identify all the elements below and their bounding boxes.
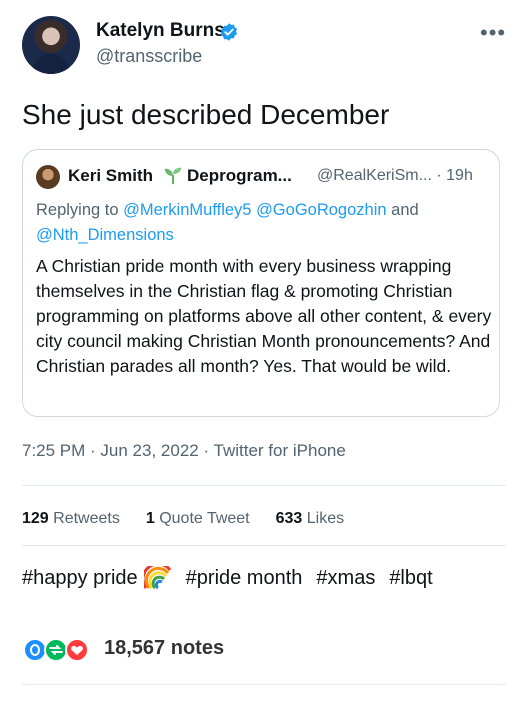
verified-badge-icon <box>221 23 237 41</box>
tag-link[interactable]: #happy pride <box>22 567 138 590</box>
mention-link[interactable]: @MerkinMuffley5 <box>123 201 251 219</box>
quoted-author-name-suffix: Deprogram... <box>187 166 292 185</box>
seedling-icon <box>164 167 182 185</box>
tag-list: #happy pride #pride month #xmas #lbqt <box>22 566 433 590</box>
mention-link[interactable]: @GoGoRogozhin <box>256 201 387 219</box>
quoted-author-handle-time: @RealKeriSm... · 19h <box>317 167 473 184</box>
tweet-timestamp[interactable]: 7:25 PM · Jun 23, 2022 · Twitter for iPh… <box>22 441 346 461</box>
quoted-tweet-body: A Christian pride month with every busin… <box>36 256 492 376</box>
likes-count: 633 <box>275 510 303 527</box>
tag-link[interactable]: #lbqt <box>389 567 432 590</box>
retweets-stat[interactable]: 129 Retweets <box>22 510 120 528</box>
quote-tweets-stat[interactable]: 1 Quote Tweet <box>146 510 250 528</box>
tweet-stats: 129 Retweets 1 Quote Tweet 633 Likes <box>22 510 344 528</box>
tag-link[interactable]: #xmas <box>316 567 375 590</box>
quotes-label: Quote Tweet <box>154 510 250 527</box>
mention-link[interactable]: @Nth_Dimensions <box>36 226 174 244</box>
divider <box>22 684 506 685</box>
tag-link[interactable]: #pride month <box>186 567 303 590</box>
more-options-icon[interactable]: ••• <box>480 20 506 46</box>
likes-stat[interactable]: 633 Likes <box>276 510 345 528</box>
author-avatar[interactable] <box>22 16 80 74</box>
tweet-text: She just described December <box>22 99 390 130</box>
retweets-count: 129 <box>22 510 49 527</box>
likes-label: Likes <box>302 510 345 527</box>
quoted-author-avatar <box>36 165 60 189</box>
author-handle[interactable]: @transscribe <box>96 46 202 67</box>
replying-to-and: and <box>386 201 419 219</box>
replying-to-prefix: Replying to <box>36 201 124 219</box>
author-display-name[interactable]: Katelyn Burns <box>96 20 225 42</box>
rainbow-icon <box>143 566 171 590</box>
retweets-label: Retweets <box>48 510 120 527</box>
notes-count[interactable]: 18,567 notes <box>104 637 224 660</box>
divider <box>22 485 506 486</box>
notes-reaction-icons[interactable] <box>22 637 100 663</box>
replying-to-line: Replying to @MerkinMuffley5 @GoGoRogozhi… <box>36 198 476 248</box>
quotes-count: 1 <box>145 510 155 527</box>
divider <box>22 545 506 546</box>
quoted-author-name: Keri Smith <box>68 166 154 185</box>
